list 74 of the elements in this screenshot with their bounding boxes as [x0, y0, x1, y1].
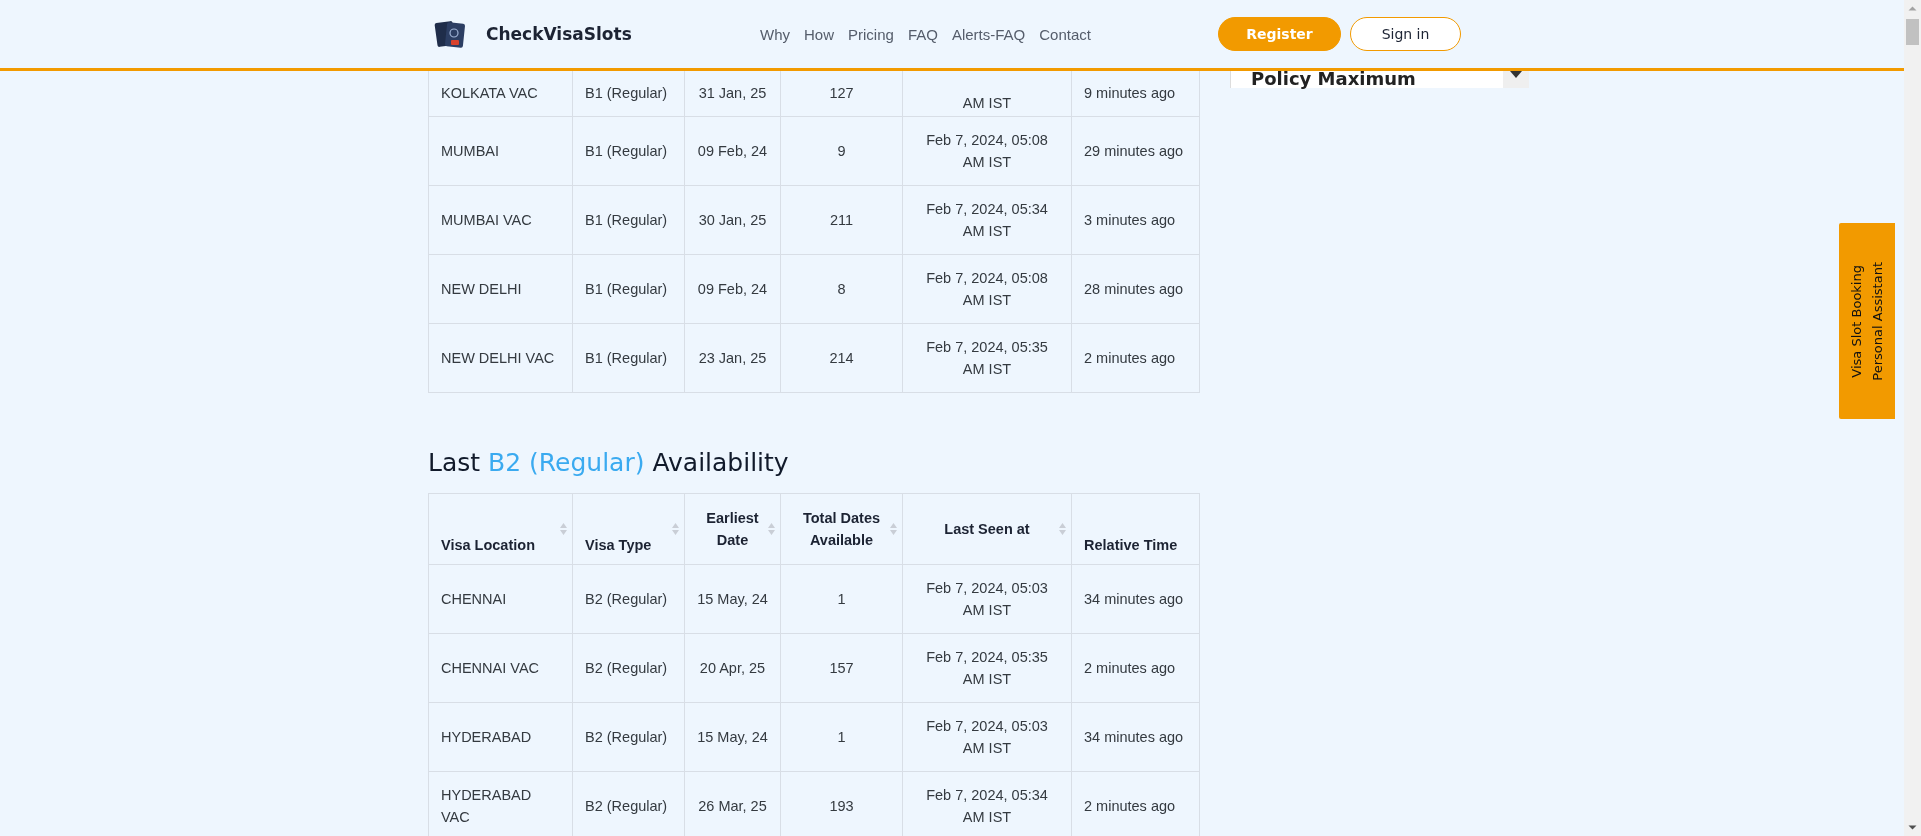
table-cell: 34 minutes ago — [1071, 702, 1200, 772]
table-cell: 1 — [780, 702, 903, 772]
sort-icon[interactable] — [768, 523, 775, 535]
sort-icon[interactable] — [672, 523, 679, 535]
table-cell: 127 — [780, 71, 903, 117]
table-cell: B2 (Regular) — [572, 564, 685, 634]
table-cell: 20 Apr, 25 — [684, 633, 781, 703]
table-cell: Feb 7, 2024, 05:34 AM IST — [902, 185, 1072, 255]
table-cell: 9 — [780, 116, 903, 186]
table-cell: CHENNAI VAC — [428, 633, 573, 703]
table-cell: B2 (Regular) — [572, 633, 685, 703]
nav-link[interactable]: Why — [760, 25, 790, 43]
table-cell: 34 minutes ago — [1071, 564, 1200, 634]
column-header[interactable]: Total Dates Available — [780, 493, 903, 565]
table-cell: 09 Feb, 24 — [684, 254, 781, 324]
table-cell: 15 May, 24 — [684, 564, 781, 634]
sort-icon[interactable] — [890, 523, 897, 535]
nav-link[interactable]: How — [804, 25, 834, 43]
table-cell: Feb 7, 2024, 05:35 AM IST — [902, 323, 1072, 393]
table-cell: 30 Jan, 25 — [684, 185, 781, 255]
sign-in-button[interactable]: Sign in — [1350, 17, 1461, 51]
table-cell: 3 minutes ago — [1071, 185, 1200, 255]
table-cell: NEW DELHI — [428, 254, 573, 324]
sort-icon[interactable] — [1059, 523, 1066, 535]
scrollbar[interactable] — [1904, 0, 1921, 836]
table-cell: 29 minutes ago — [1071, 116, 1200, 186]
nav-link[interactable]: Contact — [1039, 25, 1091, 43]
section-heading: Last B2 (Regular) Availability — [428, 447, 790, 479]
table-cell: CHENNAI — [428, 564, 573, 634]
table-cell: Feb 7, 2024, 05:08 AM IST — [902, 254, 1072, 324]
nav-link[interactable]: Pricing — [848, 25, 894, 43]
table-cell: 157 — [780, 633, 903, 703]
table-cell: 9 minutes ago — [1071, 71, 1200, 117]
table-cell: 2 minutes ago — [1071, 633, 1200, 703]
column-header[interactable]: Earliest Date — [684, 493, 781, 565]
brand-name[interactable]: CheckVisaSlots — [486, 24, 632, 44]
table-cell: 15 May, 24 — [684, 702, 781, 772]
column-header[interactable]: Visa Location — [428, 493, 573, 565]
table-cell: HYDERABAD VAC — [428, 771, 573, 836]
table-cell: 1 — [780, 564, 903, 634]
assistant-side-tab[interactable]: Visa Slot Booking Personal Assistant — [1839, 223, 1895, 419]
column-header[interactable]: Relative Time — [1071, 493, 1200, 565]
table-cell: B1 (Regular) — [572, 323, 685, 393]
nav-link[interactable]: FAQ — [907, 25, 938, 43]
table-cell: Feb 7, 2024, 05:03 AM IST — [902, 564, 1072, 634]
table-cell: 8 — [780, 254, 903, 324]
table-cell: B1 (Regular) — [572, 185, 685, 255]
table-cell: 23 Jan, 25 — [684, 323, 781, 393]
table-cell: B2 (Regular) — [572, 702, 685, 772]
column-header[interactable]: Visa Type — [572, 493, 685, 565]
table-cell: 09 Feb, 24 — [684, 116, 781, 186]
table-cell: AM IST — [902, 71, 1072, 117]
table-cell: 31 Jan, 25 — [684, 71, 781, 117]
table-cell: KOLKATA VAC — [428, 71, 573, 117]
table-cell: Feb 7, 2024, 05:03 AM IST — [902, 702, 1072, 772]
table-cell: Feb 7, 2024, 05:08 AM IST — [902, 116, 1072, 186]
table-cell: HYDERABAD — [428, 702, 573, 772]
table-cell: Feb 7, 2024, 05:35 AM IST — [902, 633, 1072, 703]
table-cell: 28 minutes ago — [1071, 254, 1200, 324]
column-header[interactable]: Last Seen at — [902, 493, 1072, 565]
table-cell: 211 — [780, 185, 903, 255]
table-cell: 214 — [780, 323, 903, 393]
scrollbar-thumb[interactable] — [1906, 19, 1919, 45]
table-cell: B1 (Regular) — [572, 71, 685, 117]
logo-icon — [434, 19, 468, 49]
table-cell: B1 (Regular) — [572, 254, 685, 324]
nav-link[interactable]: Alerts-FAQ — [951, 25, 1026, 43]
table-cell: B1 (Regular) — [572, 116, 685, 186]
table-cell: 2 minutes ago — [1071, 323, 1200, 393]
table-cell: NEW DELHI VAC — [428, 323, 573, 393]
sort-icon[interactable] — [560, 523, 567, 535]
table-cell: MUMBAI VAC — [428, 185, 573, 255]
table-cell: MUMBAI — [428, 116, 573, 186]
policy-select[interactable]: Policy Maximum — [1230, 71, 1529, 88]
